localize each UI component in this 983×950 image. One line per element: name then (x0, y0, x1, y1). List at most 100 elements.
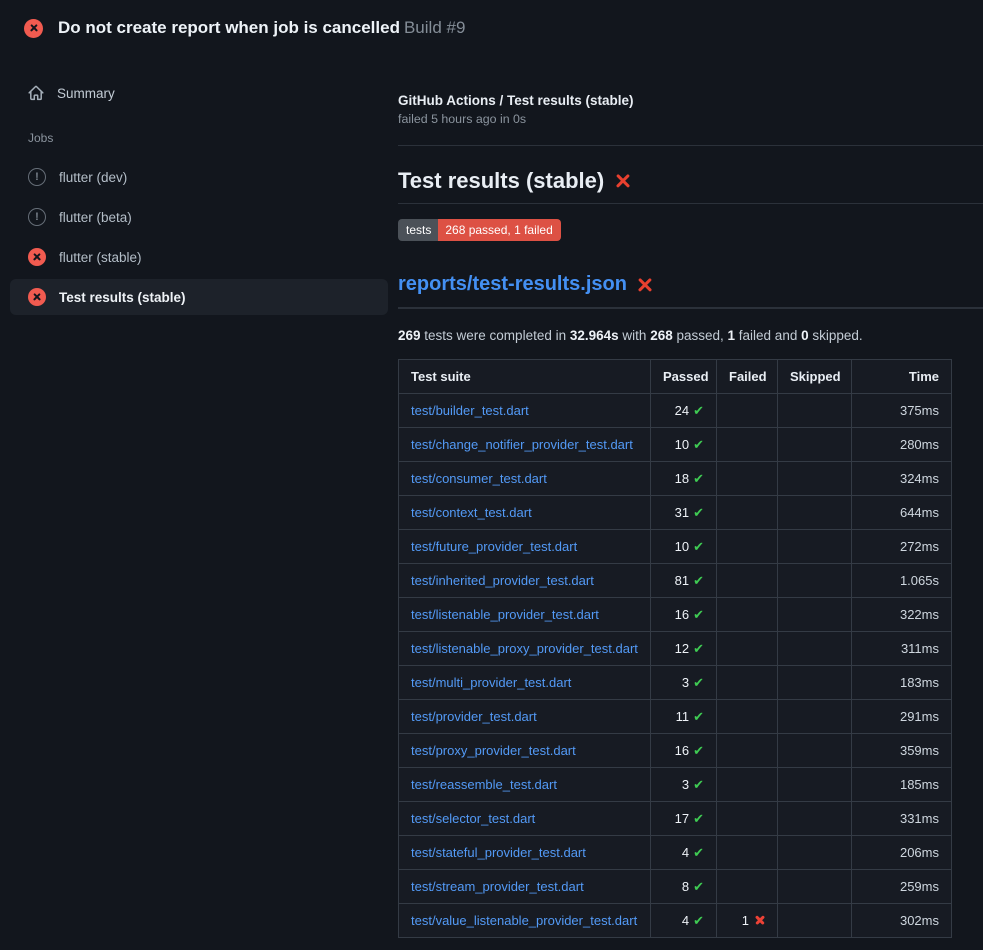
failed-cell (717, 564, 778, 598)
test-suite-link[interactable]: test/context_test.dart (411, 505, 532, 520)
time-cell: 291ms (852, 700, 952, 734)
job-status-line: failed 5 hours ago in 0s (398, 112, 983, 126)
passed-count: 4 (682, 913, 689, 928)
test-suite-link[interactable]: test/provider_test.dart (411, 709, 537, 724)
test-suite-cell: test/value_listenable_provider_test.dart (399, 904, 651, 938)
time-cell: 302ms (852, 904, 952, 938)
passed-count: 81 (675, 573, 689, 588)
test-suite-link[interactable]: test/builder_test.dart (411, 403, 529, 418)
table-row: test/selector_test.dart17✔331ms (399, 802, 952, 836)
passed-cell: 17✔ (651, 802, 717, 836)
test-suite-link[interactable]: test/listenable_provider_test.dart (411, 607, 599, 622)
failed-icon (28, 288, 46, 306)
sidebar-item-flutter-beta[interactable]: !flutter (beta) (10, 199, 388, 235)
test-suite-cell: test/inherited_provider_test.dart (399, 564, 651, 598)
x-glyph (33, 253, 42, 262)
check-icon: ✔ (693, 505, 704, 520)
summary-text: tests were completed in (421, 328, 570, 343)
failed-cell (717, 598, 778, 632)
skipped-cell (778, 496, 852, 530)
check-icon: ✔ (693, 743, 704, 758)
sidebar-item-flutter-stable[interactable]: flutter (stable) (10, 239, 388, 275)
summary-text: failed and (735, 328, 801, 343)
skipped-cell (778, 802, 852, 836)
summary-number: 1 (728, 328, 736, 343)
check-icon: ✔ (693, 913, 704, 928)
skipped-cell (778, 836, 852, 870)
failed-cell (717, 836, 778, 870)
passed-cell: 16✔ (651, 598, 717, 632)
test-suite-cell: test/provider_test.dart (399, 700, 651, 734)
test-suite-link[interactable]: test/change_notifier_provider_test.dart (411, 437, 633, 452)
section-title: Test results (stable) (398, 168, 983, 204)
skipped-cell (778, 564, 852, 598)
failed-cell: 1 (717, 904, 778, 938)
passed-count: 10 (675, 539, 689, 554)
passed-count: 3 (682, 777, 689, 792)
col-failed: Failed (717, 360, 778, 394)
passed-cell: 4✔ (651, 904, 717, 938)
col-passed: Passed (651, 360, 717, 394)
skipped-cell (778, 666, 852, 700)
tests-badge: tests 268 passed, 1 failed (398, 219, 561, 241)
passed-count: 18 (675, 471, 689, 486)
test-suite-cell: test/builder_test.dart (399, 394, 651, 428)
test-suite-link[interactable]: test/listenable_proxy_provider_test.dart (411, 641, 638, 656)
job-details-panel: GitHub Actions / Test results (stable) f… (398, 56, 983, 938)
test-suite-link[interactable]: test/stateful_provider_test.dart (411, 845, 586, 860)
divider (398, 145, 983, 146)
skipped-cell (778, 768, 852, 802)
sidebar-item-flutter-dev[interactable]: !flutter (dev) (10, 159, 388, 195)
test-suite-cell: test/multi_provider_test.dart (399, 666, 651, 700)
passed-count: 12 (675, 641, 689, 656)
tests-summary: 269 tests were completed in 32.964s with… (398, 328, 983, 343)
passed-count: 16 (675, 607, 689, 622)
test-suite-link[interactable]: test/proxy_provider_test.dart (411, 743, 576, 758)
sidebar-item-summary[interactable]: Summary (10, 75, 388, 111)
test-suite-link[interactable]: test/value_listenable_provider_test.dart (411, 913, 637, 928)
passed-cell: 8✔ (651, 870, 717, 904)
test-suite-cell: test/listenable_provider_test.dart (399, 598, 651, 632)
test-suite-link[interactable]: test/consumer_test.dart (411, 471, 547, 486)
check-icon: ✔ (693, 811, 704, 826)
passed-cell: 12✔ (651, 632, 717, 666)
sidebar-item-label: flutter (beta) (59, 210, 132, 225)
check-icon: ✔ (693, 777, 704, 792)
skipped-cell (778, 394, 852, 428)
table-row: test/reassemble_test.dart 3 ✔ 185ms (399, 768, 952, 802)
table-row: test/future_provider_test.dart10✔272ms (399, 530, 952, 564)
summary-number: 0 (801, 328, 809, 343)
table-header-row: Test suite Passed Failed Skipped Time (399, 360, 952, 394)
test-suite-link[interactable]: test/inherited_provider_test.dart (411, 573, 594, 588)
report-file-link[interactable]: reports/test-results.json (398, 273, 627, 296)
col-test-suite: Test suite (399, 360, 651, 394)
check-icon: ✔ (693, 675, 704, 690)
x-glyph (29, 24, 38, 33)
sidebar-item-label: Test results (stable) (59, 290, 186, 305)
test-suite-cell: test/listenable_proxy_provider_test.dart (399, 632, 651, 666)
test-suite-link[interactable]: test/future_provider_test.dart (411, 539, 577, 554)
sidebar-item-label: flutter (stable) (59, 250, 142, 265)
failed-x-icon (637, 276, 654, 293)
time-cell: 185ms (852, 768, 952, 802)
sidebar-item-test-results-stable[interactable]: Test results (stable) (10, 279, 388, 315)
passed-count: 10 (675, 437, 689, 452)
test-suite-link[interactable]: test/reassemble_test.dart (411, 777, 557, 792)
passed-cell: 18✔ (651, 462, 717, 496)
passed-count: 4 (682, 845, 689, 860)
check-icon: ✔ (693, 403, 704, 418)
time-cell: 644ms (852, 496, 952, 530)
test-suite-link[interactable]: test/selector_test.dart (411, 811, 535, 826)
test-suite-link[interactable]: test/stream_provider_test.dart (411, 879, 584, 894)
check-icon: ✔ (693, 845, 704, 860)
check-icon: ✔ (693, 573, 704, 588)
passed-cell: 10✔ (651, 428, 717, 462)
test-suite-cell: test/stream_provider_test.dart (399, 870, 651, 904)
col-skipped: Skipped (778, 360, 852, 394)
passed-cell: 24✔ (651, 394, 717, 428)
failed-cell (717, 802, 778, 836)
test-suite-cell: test/change_notifier_provider_test.dart (399, 428, 651, 462)
time-cell: 324ms (852, 462, 952, 496)
failed-cell (717, 768, 778, 802)
test-suite-link[interactable]: test/multi_provider_test.dart (411, 675, 571, 690)
